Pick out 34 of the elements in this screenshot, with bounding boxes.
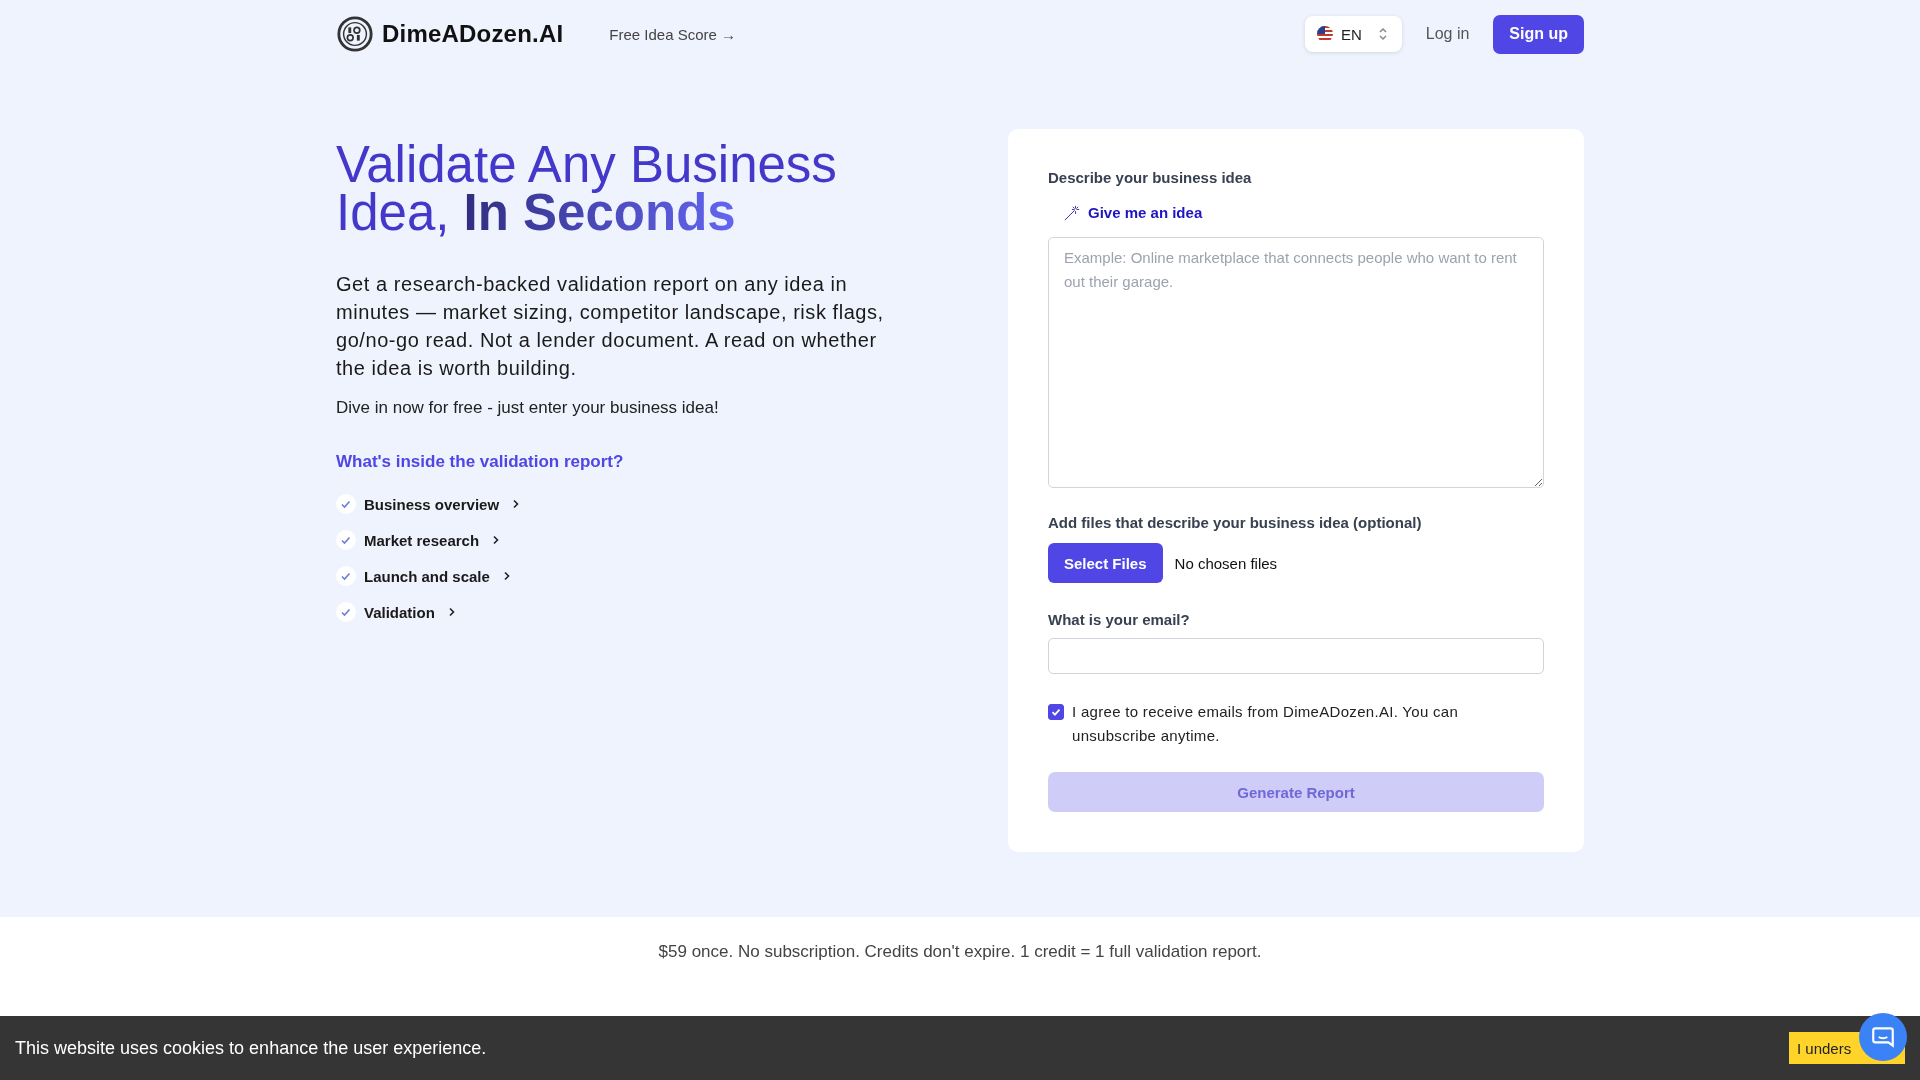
select-files-button[interactable]: Select Files (1048, 543, 1163, 584)
idea-label: Describe your business idea (1048, 169, 1253, 186)
check-icon (336, 566, 356, 586)
files-label: Add files that describe your business idea (optional) (1048, 514, 1423, 532)
check-icon (336, 602, 356, 622)
hero-description: Get a research-backed validation report on any idea in minutes — market sizing, competitor landscape, risk flags, go/no-go read. Not a lender document. A read on whether the idea is worth building. (336, 272, 885, 381)
file-status: No chosen files (1174, 554, 1278, 572)
pricing-note: $59 once. No subscription. Credits don't expire. 1 credit = 1 full validation report. (658, 942, 1262, 962)
brand-name[interactable]: DimeADozen.AI (382, 20, 564, 48)
flag-icon (1316, 26, 1333, 42)
idea-input-field[interactable]: Example: Online marketplace that connects people who want to rent out their garage. (1048, 237, 1544, 489)
hero-title: Validate Any Business Idea, In Seconds (336, 141, 838, 237)
language-selector[interactable]: EN (1304, 16, 1402, 52)
give-idea-button[interactable]: Give me an idea (1048, 204, 1544, 221)
consent-text: I agree to receive emails from DimeADozen.AI. You can unsubscribe anytime. (1072, 702, 1460, 747)
login-link[interactable]: Log in (1425, 25, 1470, 43)
consent-checkbox[interactable] (1048, 704, 1064, 721)
email-label: What is your email? (1048, 611, 1191, 629)
cookie-message: This website uses cookies to enhance the user experience. (15, 1037, 487, 1059)
signup-button[interactable]: Sign up (1493, 14, 1584, 54)
logo-icon (336, 15, 374, 53)
check-icon (336, 494, 356, 514)
report-heading: What's inside the validation report? (336, 452, 625, 472)
free-idea-score-link[interactable]: Free Idea Score → (609, 25, 737, 43)
email-input-field[interactable] (1048, 638, 1544, 675)
sort-caret-icon (1377, 26, 1388, 42)
report-item[interactable]: Market research (364, 531, 502, 549)
chat-icon (1870, 1024, 1896, 1050)
cta-text: Dive in now for free - just enter your business idea! (336, 398, 720, 418)
check-icon (336, 530, 356, 550)
magic-wand-icon (1064, 204, 1080, 221)
report-item[interactable]: Launch and scale (364, 567, 512, 585)
report-item[interactable]: Validation (364, 603, 457, 621)
report-item[interactable]: Business overview (364, 495, 522, 513)
